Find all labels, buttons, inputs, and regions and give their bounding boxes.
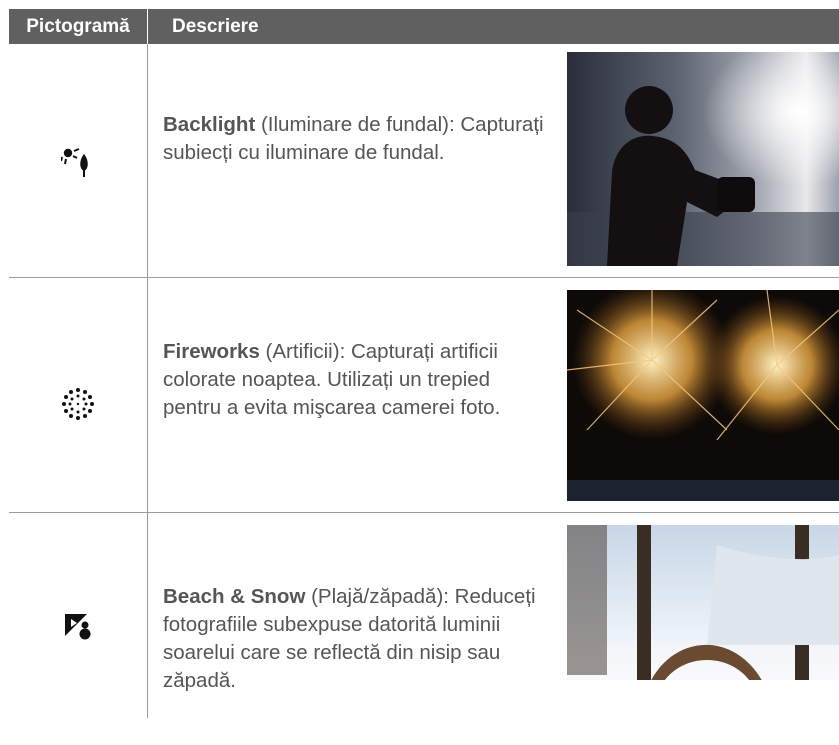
scene-title: Beach & Snow — [163, 585, 306, 608]
row-description: Fireworks (Artificii): Capturați artific… — [163, 338, 553, 422]
header-pictogram: Pictogramă — [26, 16, 130, 37]
table-row-beach-snow: Beach & Snow (Plajă/zăpadă): Reduceți fo… — [9, 513, 839, 745]
table-row-backlight: Backlight (Iluminare de fundal): Captura… — [9, 44, 839, 277]
fireworks-sample-photo — [567, 290, 839, 501]
backlight-icon — [9, 141, 147, 181]
beach-snow-sample-photo — [567, 525, 839, 735]
scene-title: Fireworks — [163, 340, 260, 363]
scene-title: Backlight — [163, 113, 256, 136]
backlight-sample-photo — [567, 52, 839, 266]
header-separator — [147, 9, 148, 44]
table-header: Pictogramă Descriere — [9, 9, 839, 44]
table-row-fireworks: Fireworks (Artificii): Capturați artific… — [9, 278, 839, 512]
row-description: Backlight (Iluminare de fundal): Captura… — [163, 111, 553, 167]
beach-snow-icon — [9, 605, 147, 645]
header-description: Descriere — [172, 16, 259, 37]
fireworks-icon — [9, 384, 147, 424]
row-description: Beach & Snow (Plajă/zăpadă): Reduceți fo… — [163, 583, 553, 695]
